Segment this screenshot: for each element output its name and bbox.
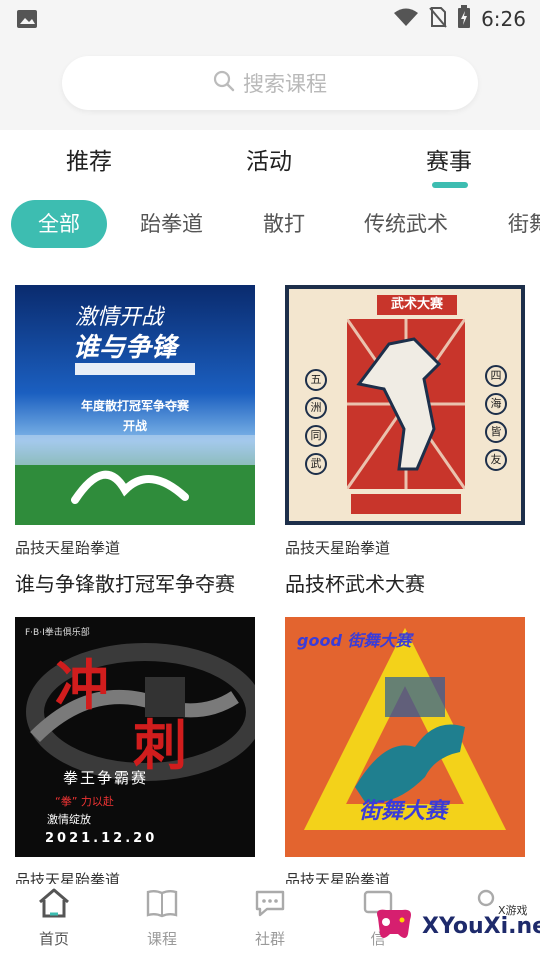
tab-activities[interactable]: 活动 [246, 142, 292, 176]
search-area: 搜索课程 [0, 38, 540, 130]
status-time: 6:26 [481, 7, 526, 31]
poster-slogan-2: 激情绽放 [47, 813, 91, 826]
nav-community[interactable]: 社群 [234, 888, 306, 949]
gamepad-icon [372, 904, 416, 948]
poster-right-column: 四 海 皆 友 [485, 365, 509, 471]
poster-char: 同 [305, 425, 327, 447]
search-input[interactable]: 搜索课程 [62, 56, 478, 110]
battery-charging-icon [457, 4, 471, 34]
gallery-notification-icon [14, 6, 40, 32]
event-poster: 武术大赛 五 洲 同 武 四 海 皆 友 [285, 285, 525, 525]
event-poster: good 街舞大赛 街舞大赛 [285, 617, 525, 857]
home-icon [18, 888, 90, 922]
event-title: 谁与争锋散打冠军争夺赛 [15, 572, 235, 596]
top-tabs: 推荐 活动 赛事 [0, 130, 540, 194]
book-icon [126, 888, 198, 922]
watermark: XYouXi.net X游戏 [372, 900, 540, 952]
tab-recommend[interactable]: 推荐 [66, 142, 112, 176]
status-bar: 6:26 [0, 0, 540, 38]
nav-home[interactable]: 首页 [18, 888, 90, 949]
event-organizer: 品技天星跆拳道 [15, 539, 121, 557]
poster-char: 海 [485, 393, 507, 415]
category-street-dance[interactable]: 街舞 [508, 200, 540, 248]
nav-label: 首页 [38, 930, 69, 948]
nav-label: 社群 [254, 930, 285, 948]
event-organizer: 品技天星跆拳道 [285, 539, 391, 557]
event-card[interactable]: good 街舞大赛 街舞大赛 品技天星跆拳道 [285, 617, 527, 890]
category-filter: 全部 跆拳道 散打 传统武术 街舞 [0, 196, 540, 254]
chat-icon [234, 888, 306, 922]
poster-char: 武 [305, 453, 327, 475]
poster-club: F·B·I拳击俱乐部 [25, 628, 90, 638]
poster-left-column: 五 洲 同 武 [305, 369, 329, 475]
poster-char: 友 [485, 449, 507, 471]
active-tab-indicator [432, 182, 468, 188]
poster-subtitle: 年度散打冠军争夺赛 [80, 399, 189, 413]
tab-competitions[interactable]: 赛事 [426, 142, 472, 176]
wifi-icon [393, 7, 419, 32]
app-screen: 6:26 搜索课程 推荐 活动 赛事 全部 跆拳道 散打 传统武术 街舞 激情开… [0, 0, 540, 960]
event-card[interactable]: F·B·I拳击俱乐部 冲 刺 拳王争霸赛 “拳” 力以赴 激情绽放 2021.1… [15, 617, 257, 890]
search-icon [213, 70, 235, 97]
nav-courses[interactable]: 课程 [126, 888, 198, 949]
event-poster: 激情开战 谁与争锋 年度散打冠军争夺赛 开战 [15, 285, 255, 525]
category-all[interactable]: 全部 [11, 200, 107, 248]
poster-char: 皆 [485, 421, 507, 443]
category-taekwondo[interactable]: 跆拳道 [140, 200, 203, 248]
event-card[interactable]: 武术大赛 五 洲 同 武 四 海 皆 友 品技天星跆拳道 品技杯武术大赛 [285, 285, 527, 597]
no-sim-icon [429, 6, 447, 33]
event-poster: F·B·I拳击俱乐部 冲 刺 拳王争霸赛 “拳” 力以赴 激情绽放 2021.1… [15, 617, 255, 857]
event-card[interactable]: 激情开战 谁与争锋 年度散打冠军争夺赛 开战 品技天星跆拳道 谁与争锋散打冠军争… [15, 285, 257, 597]
poster-date: 2021.12.20 [45, 831, 158, 846]
poster-bottom-title: 街舞大赛 [359, 799, 448, 824]
poster-char: 四 [485, 365, 507, 387]
search-placeholder: 搜索课程 [243, 72, 327, 96]
event-title: 品技杯武术大赛 [285, 572, 425, 596]
poster-big-char-1: 冲 [55, 654, 109, 717]
poster-subtitle-2: 开战 [122, 419, 147, 433]
nav-label: 课程 [146, 930, 177, 948]
poster-header: 武术大赛 [377, 295, 457, 315]
category-sanda[interactable]: 散打 [263, 200, 305, 248]
poster-top-title: good 街舞大赛 [297, 631, 412, 650]
watermark-small: X游戏 [498, 904, 528, 917]
category-traditional-martial-arts[interactable]: 传统武术 [364, 200, 448, 248]
poster-char: 五 [305, 369, 327, 391]
poster-subtitle: 拳王争霸赛 [63, 769, 149, 787]
poster-char: 洲 [305, 397, 327, 419]
poster-slogan-1: “拳” 力以赴 [55, 795, 114, 808]
poster-headline-2: 谁与争锋 [73, 333, 178, 363]
